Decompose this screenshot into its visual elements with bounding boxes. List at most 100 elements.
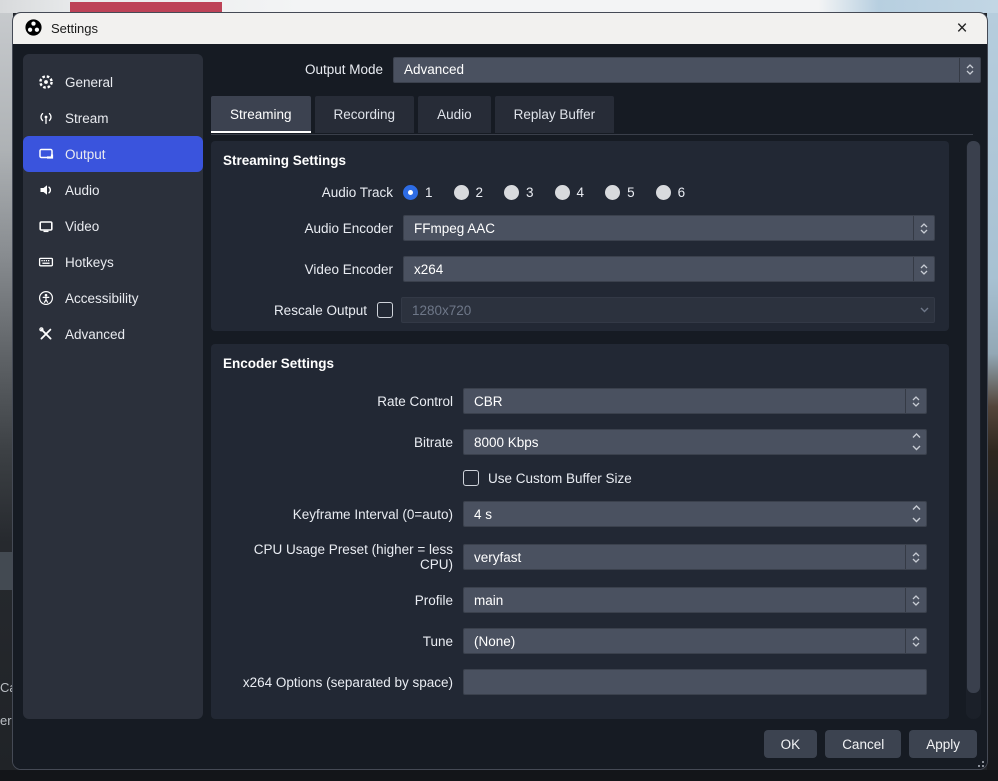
dialog-body: General Stream Output Audio [13,44,987,770]
sidebar-item-hotkeys[interactable]: Hotkeys [23,244,203,280]
profile-select[interactable]: main [463,587,927,613]
x264-options-row: x264 Options (separated by space) [221,669,939,695]
spin-arrows-icon[interactable] [906,430,926,454]
rescale-output-value: 1280x720 [402,303,914,318]
radio-label: 3 [526,185,534,200]
tab-replay-buffer[interactable]: Replay Buffer [495,96,615,133]
output-mode-value: Advanced [394,62,959,77]
video-encoder-value: x264 [404,262,913,277]
scrollbar-handle[interactable] [967,141,980,693]
rescale-output-checkbox[interactable] [377,302,393,318]
audio-track-radio-group: 1 2 3 4 5 6 [403,185,699,200]
sidebar-item-audio[interactable]: Audio [23,172,203,208]
speaker-icon [38,182,54,198]
audio-encoder-label: Audio Encoder [221,221,403,236]
dialog-footer: OK Cancel Apply [764,730,977,758]
rate-control-label: Rate Control [221,394,463,409]
sidebar-item-advanced[interactable]: Advanced [23,316,203,352]
profile-row: Profile main [221,587,939,613]
audio-track-radio-3[interactable] [504,185,519,200]
updown-chevrons-icon[interactable] [913,257,934,281]
background-right-strip [987,13,998,770]
sidebar: General Stream Output Audio [23,54,203,719]
close-icon[interactable]: × [947,16,977,42]
accessibility-icon [38,290,54,306]
keyframe-interval-value: 4 s [464,507,906,522]
video-encoder-select[interactable]: x264 [403,256,935,282]
title-bar[interactable]: Settings × [13,13,987,44]
bitrate-spinbox[interactable]: 8000 Kbps [463,429,927,455]
cpu-usage-preset-row: CPU Usage Preset (higher = less CPU) ver… [221,542,939,572]
radio-label: 1 [425,185,433,200]
screen-output-icon [38,146,54,162]
sidebar-item-stream[interactable]: Stream [23,100,203,136]
audio-track-radio-1[interactable] [403,185,418,200]
keyboard-icon [38,254,54,270]
broadcast-icon [38,110,54,126]
x264-options-input[interactable] [463,669,927,695]
tab-audio[interactable]: Audio [418,96,491,133]
tab-streaming[interactable]: Streaming [211,96,311,133]
updown-chevrons-icon[interactable] [905,588,926,612]
sidebar-item-video[interactable]: Video [23,208,203,244]
bitrate-value: 8000 Kbps [464,435,906,450]
cpu-usage-preset-label: CPU Usage Preset (higher = less CPU) [221,542,463,572]
tune-row: Tune (None) [221,628,939,654]
use-custom-buffer-row: Use Custom Buffer Size [463,470,939,486]
audio-track-radio-2[interactable] [454,185,469,200]
audio-track-radio-4[interactable] [555,185,570,200]
apply-button[interactable]: Apply [909,730,977,758]
sidebar-item-label: General [65,75,113,90]
radio-label: 5 [627,185,635,200]
obs-logo-icon [25,19,42,39]
down-chevron-icon [914,298,934,322]
sidebar-item-label: Video [65,219,99,234]
gear-icon [38,74,54,90]
sidebar-item-label: Accessibility [65,291,139,306]
vertical-scrollbar[interactable] [966,141,981,719]
updown-chevrons-icon[interactable] [959,58,980,82]
monitor-icon [38,218,54,234]
profile-label: Profile [221,593,463,608]
keyframe-interval-label: Keyframe Interval (0=auto) [221,507,463,522]
sidebar-item-label: Output [65,147,106,162]
updown-chevrons-icon[interactable] [905,629,926,653]
output-mode-select[interactable]: Advanced [393,57,981,83]
streaming-settings-group: Streaming Settings Audio Track 1 2 3 4 5 [211,141,949,331]
resize-grip-icon[interactable] [974,758,984,768]
group-title: Streaming Settings [223,153,939,168]
updown-chevrons-icon[interactable] [905,389,926,413]
rescale-output-label: Rescale Output [221,303,377,318]
ok-button[interactable]: OK [764,730,818,758]
sidebar-item-label: Stream [65,111,109,126]
tune-label: Tune [221,634,463,649]
tools-icon [38,326,54,342]
profile-value: main [464,593,905,608]
output-mode-row: Output Mode Advanced [211,56,981,83]
tune-select[interactable]: (None) [463,628,927,654]
bitrate-row: Bitrate 8000 Kbps [221,429,939,455]
use-custom-buffer-checkbox[interactable] [463,470,479,486]
x264-options-wrap [463,669,927,695]
rescale-output-row: Rescale Output 1280x720 [221,297,939,323]
x264-options-label: x264 Options (separated by space) [221,675,463,690]
cpu-usage-preset-select[interactable]: veryfast [463,544,927,570]
keyframe-interval-row: Keyframe Interval (0=auto) 4 s [221,501,939,527]
rate-control-row: Rate Control CBR [221,388,939,414]
updown-chevrons-icon[interactable] [905,545,926,569]
tab-recording[interactable]: Recording [315,96,415,133]
cancel-button[interactable]: Cancel [825,730,901,758]
audio-encoder-select[interactable]: FFmpeg AAC [403,215,935,241]
audio-track-radio-5[interactable] [605,185,620,200]
video-encoder-label: Video Encoder [221,262,403,277]
spin-arrows-icon[interactable] [906,502,926,526]
rate-control-select[interactable]: CBR [463,388,927,414]
keyframe-interval-spinbox[interactable]: 4 s [463,501,927,527]
sidebar-item-general[interactable]: General [23,64,203,100]
updown-chevrons-icon[interactable] [913,216,934,240]
rescale-output-select: 1280x720 [401,297,935,323]
audio-encoder-row: Audio Encoder FFmpeg AAC [221,215,939,241]
sidebar-item-output[interactable]: Output [23,136,203,172]
audio-track-radio-6[interactable] [656,185,671,200]
sidebar-item-accessibility[interactable]: Accessibility [23,280,203,316]
